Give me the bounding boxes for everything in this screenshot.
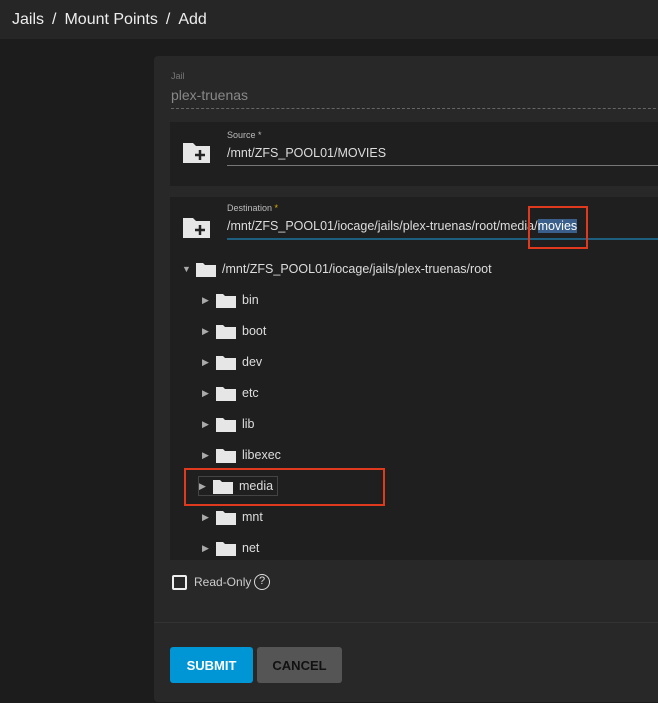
tree-item-label: bin bbox=[242, 293, 259, 307]
source-label: Source * bbox=[227, 130, 262, 140]
breadcrumb: Jails / Mount Points / Add bbox=[0, 0, 658, 39]
source-label-text: Source bbox=[227, 130, 256, 140]
collapsed-triangle-icon[interactable]: ▶ bbox=[202, 450, 216, 461]
tree-item-net[interactable]: ▶ net bbox=[202, 538, 259, 558]
tree-item-label: boot bbox=[242, 324, 267, 338]
cancel-button[interactable]: CANCEL bbox=[257, 647, 342, 683]
submit-button[interactable]: SUBMIT bbox=[170, 647, 253, 683]
source-section: Source * /mnt/ZFS_POOL01/MOVIES bbox=[170, 122, 658, 186]
folder-icon bbox=[216, 355, 236, 370]
required-marker: * bbox=[274, 203, 279, 213]
tree-item-boot[interactable]: ▶ boot bbox=[202, 321, 266, 341]
tree-item-bin[interactable]: ▶ bin bbox=[202, 290, 259, 310]
required-marker: * bbox=[258, 130, 262, 140]
destination-label: Destination * bbox=[227, 203, 278, 213]
breadcrumb-mount-points[interactable]: Mount Points bbox=[64, 11, 157, 29]
collapsed-triangle-icon[interactable]: ▶ bbox=[202, 357, 216, 368]
folder-icon bbox=[216, 510, 236, 525]
folder-add-icon[interactable] bbox=[181, 141, 212, 165]
folder-icon bbox=[196, 262, 216, 277]
tree-root-label: /mnt/ZFS_POOL01/iocage/jails/plex-truena… bbox=[222, 262, 492, 276]
highlight-box bbox=[184, 468, 385, 506]
tree-item-label: net bbox=[242, 541, 260, 555]
divider bbox=[154, 622, 658, 623]
read-only-checkbox[interactable] bbox=[172, 575, 187, 590]
folder-icon bbox=[216, 324, 236, 339]
destination-prefix: /mnt/ZFS_POOL01/iocage/jails/plex-truena… bbox=[227, 219, 538, 233]
tree-item-label: etc bbox=[242, 386, 259, 400]
tree-item-label: libexec bbox=[242, 448, 281, 462]
highlight-box bbox=[528, 206, 588, 249]
folder-icon bbox=[216, 386, 236, 401]
collapsed-triangle-icon[interactable]: ▶ bbox=[202, 512, 216, 523]
breadcrumb-jails[interactable]: Jails bbox=[12, 11, 44, 29]
collapsed-triangle-icon[interactable]: ▶ bbox=[202, 419, 216, 430]
folder-icon bbox=[216, 293, 236, 308]
jail-label: Jail bbox=[171, 71, 185, 81]
mount-point-form: Jail plex-truenas Source * /mnt/ZFS_POOL… bbox=[154, 56, 658, 702]
tree-root[interactable]: ▼ /mnt/ZFS_POOL01/iocage/jails/plex-truen… bbox=[182, 259, 492, 279]
tree-item-label: mnt bbox=[242, 510, 263, 524]
tree-item-label: dev bbox=[242, 355, 263, 369]
jail-field: plex-truenas bbox=[171, 87, 658, 109]
folder-add-icon[interactable] bbox=[181, 216, 212, 240]
folder-icon bbox=[216, 448, 236, 463]
source-input[interactable]: /mnt/ZFS_POOL01/MOVIES bbox=[227, 146, 658, 166]
collapsed-triangle-icon[interactable]: ▶ bbox=[202, 326, 216, 337]
breadcrumb-add: Add bbox=[178, 10, 207, 28]
tree-item-lib[interactable]: ▶ lib bbox=[202, 414, 255, 434]
destination-label-text: Destination bbox=[227, 203, 273, 213]
collapsed-triangle-icon[interactable]: ▶ bbox=[202, 295, 216, 306]
expanded-triangle-icon[interactable]: ▼ bbox=[182, 264, 196, 274]
destination-input[interactable]: /mnt/ZFS_POOL01/iocage/jails/plex-truena… bbox=[227, 219, 658, 240]
help-icon[interactable]: ? bbox=[254, 574, 270, 590]
tree-item-dev[interactable]: ▶ dev bbox=[202, 352, 262, 372]
read-only-label: Read-Only bbox=[194, 575, 252, 589]
collapsed-triangle-icon[interactable]: ▶ bbox=[202, 388, 216, 399]
folder-icon bbox=[216, 541, 236, 556]
folder-icon bbox=[216, 417, 236, 432]
tree-item-label: lib bbox=[242, 417, 255, 431]
tree-item-libexec[interactable]: ▶ libexec bbox=[202, 445, 281, 465]
collapsed-triangle-icon[interactable]: ▶ bbox=[202, 543, 216, 554]
tree-item-mnt[interactable]: ▶ mnt bbox=[202, 507, 263, 527]
tree-item-etc[interactable]: ▶ etc bbox=[202, 383, 259, 403]
